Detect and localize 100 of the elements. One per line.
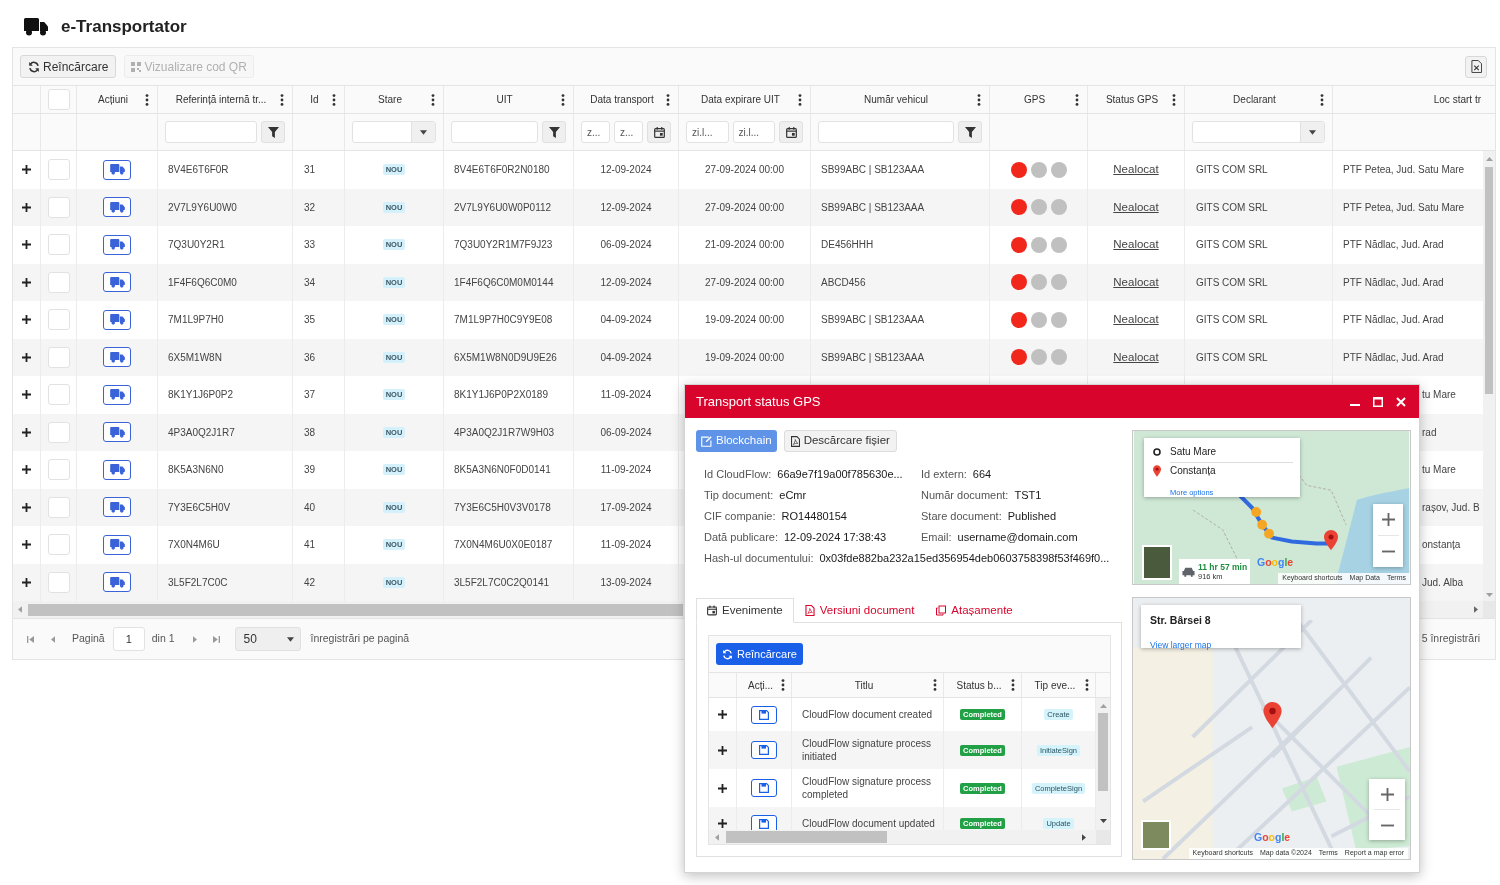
id-text: 36 xyxy=(304,350,316,365)
expiry-date: 19-09-2024 00:00 xyxy=(705,313,784,328)
id-text: 38 xyxy=(304,425,316,440)
id-text: 31 xyxy=(304,163,316,178)
uit-code: 3L5F2L7C0C2Q0141 xyxy=(454,575,550,590)
expiry-date: 27-09-2024 00:00 xyxy=(705,275,784,290)
reference-text: 2V7L9Y6U0W0 xyxy=(168,200,237,215)
detail-label: Tip document: xyxy=(704,488,774,504)
uit-code: 8K5A3N6N0F0D0141 xyxy=(454,463,551,478)
transport-date: 13-09-2024 xyxy=(600,575,652,590)
detail-label: Stare document: xyxy=(921,509,1002,525)
start-location: rașov, Jud. B xyxy=(1422,500,1480,515)
uit-code: 8K1Y1J6P0P2X0189 xyxy=(454,388,548,403)
declarant-name: GITS COM SRL xyxy=(1196,313,1268,328)
vehicle-number: ABCD456 xyxy=(821,275,866,290)
detail-value: 0x03fde882ba232a15ed356954deb0603758398f53f469f0... xyxy=(819,551,1110,567)
google-logo: Google xyxy=(1254,830,1291,846)
transport-date: 06-09-2024 xyxy=(600,425,652,440)
transport-date: 04-09-2024 xyxy=(600,313,652,328)
destination-text: Constanța xyxy=(1170,464,1216,478)
id-text: 41 xyxy=(304,538,316,553)
start-location: Jud. Alba xyxy=(1422,575,1464,590)
detail-label: Număr document: xyxy=(921,488,1009,504)
reference-text: 7M1L9P7H0 xyxy=(168,313,224,328)
vehicle-number: SB99ABC | SB123AAA xyxy=(821,313,925,328)
start-location: tu Mare xyxy=(1422,463,1456,478)
detail-value: eCmr xyxy=(779,488,807,504)
record-count: 5 înregistrări xyxy=(1421,631,1481,647)
uit-code: 7Y3E6C5H0V3V0178 xyxy=(454,500,551,515)
reference-text: 3L5F2L7C0C xyxy=(168,575,228,590)
event-title: CloudFlow document updated xyxy=(802,817,935,830)
start-location: PTF Nădlac, Jud. Arad xyxy=(1343,350,1444,365)
uit-code: 7M1L9P7H0C9Y9E08 xyxy=(454,313,553,328)
page-label: Pagină xyxy=(72,631,105,647)
id-text: 34 xyxy=(304,275,316,290)
vehicle-number: SB99ABC | SB123AAA xyxy=(821,350,925,365)
event-title: CloudFlow document created xyxy=(802,708,933,721)
reference-text: 6X5M1W8N xyxy=(168,350,222,365)
expiry-date: 27-09-2024 00:00 xyxy=(705,200,784,215)
reference-text: 8K5A3N6N0 xyxy=(168,463,224,478)
transport-date: 12-09-2024 xyxy=(600,200,652,215)
expiry-date: 19-09-2024 00:00 xyxy=(705,350,784,365)
detail-label: Dată publicare: xyxy=(704,530,778,546)
uit-code: 6X5M1W8N0D9U9E26 xyxy=(454,350,557,365)
id-text: 39 xyxy=(304,463,316,478)
reference-text: 8K1Y1J6P0P2 xyxy=(168,388,234,403)
detail-value: 12-09-2024 17:38:43 xyxy=(784,530,887,546)
vehicle-number: DE456HHH xyxy=(821,238,874,253)
detail-value: TST1 xyxy=(1014,488,1042,504)
uit-code: 7X0N4M6U0X0E0187 xyxy=(454,538,553,553)
detail-label: Id extern: xyxy=(921,467,967,483)
id-text: 40 xyxy=(304,500,316,515)
reference-text: 1F4F6Q6C0M0 xyxy=(168,275,237,290)
detail-label: Email: xyxy=(921,530,952,546)
transport-date: 11-09-2024 xyxy=(600,538,652,553)
transport-date: 11-09-2024 xyxy=(600,463,652,478)
start-location: tu Mare xyxy=(1422,388,1456,403)
uit-code: 4P3A0Q2J1R7W9H03 xyxy=(454,425,555,440)
detail-value: username@domain.com xyxy=(957,530,1078,546)
reference-text: 7X0N4M6U xyxy=(168,538,220,553)
event-title: CloudFlow signature process initiated xyxy=(802,737,932,763)
start-location: PTF Nădlac, Jud. Arad xyxy=(1343,313,1444,328)
declarant-name: GITS COM SRL xyxy=(1196,238,1268,253)
detail-value: 664 xyxy=(972,467,992,483)
transport-date: 06-09-2024 xyxy=(600,238,652,253)
id-text: 32 xyxy=(304,200,316,215)
start-location: rad xyxy=(1422,425,1437,440)
detail-label: Hash-ul documentului: xyxy=(704,551,814,567)
detail-label: Id CloudFlow: xyxy=(704,467,772,483)
vehicle-number: SB99ABC | SB123AAA xyxy=(821,163,925,178)
id-text: 37 xyxy=(304,388,316,403)
uit-code: 7Q3U0Y2R1M7F9J23 xyxy=(454,238,553,253)
declarant-name: GITS COM SRL xyxy=(1196,200,1268,215)
uit-code: 1F4F6Q6C0M0M0144 xyxy=(454,275,554,290)
page-size-label: înregistrări pe pagină xyxy=(310,631,410,647)
reference-text: 8V4E6T6F0R xyxy=(168,163,229,178)
transport-date: 17-09-2024 xyxy=(600,500,652,515)
page-count: din 1 xyxy=(151,631,175,647)
start-location: PTF Nădlac, Jud. Arad xyxy=(1343,275,1444,290)
place-name: Str. Bârsei 8 xyxy=(1150,613,1212,628)
start-location: PTF Nădlac, Jud. Arad xyxy=(1343,238,1444,253)
dialog-title: Transport status GPS xyxy=(696,392,821,411)
declarant-name: GITS COM SRL xyxy=(1196,350,1268,365)
start-location: onstanța xyxy=(1422,538,1461,553)
declarant-name: GITS COM SRL xyxy=(1196,275,1268,290)
start-location: PTF Petea, Jud. Satu Mare xyxy=(1343,163,1465,178)
app-title: e-Transportator xyxy=(61,16,187,39)
detail-value: RO14480154 xyxy=(781,509,847,525)
expiry-date: 21-09-2024 00:00 xyxy=(705,238,784,253)
reference-text: 7Y3E6C5H0V xyxy=(168,500,231,515)
vehicle-number: SB99ABC | SB123AAA xyxy=(821,200,925,215)
uit-code: 8V4E6T6F0R2N0180 xyxy=(454,163,550,178)
id-text: 33 xyxy=(304,238,316,253)
reference-text: 7Q3U0Y2R1 xyxy=(168,238,225,253)
start-location: PTF Petea, Jud. Satu Mare xyxy=(1343,200,1465,215)
detail-label: CIF companie: xyxy=(704,509,776,525)
declarant-name: GITS COM SRL xyxy=(1196,163,1268,178)
detail-value: Published xyxy=(1007,509,1057,525)
route-duration: 11 hr 57 min xyxy=(1198,561,1248,572)
google-logo: Google xyxy=(1257,555,1294,571)
